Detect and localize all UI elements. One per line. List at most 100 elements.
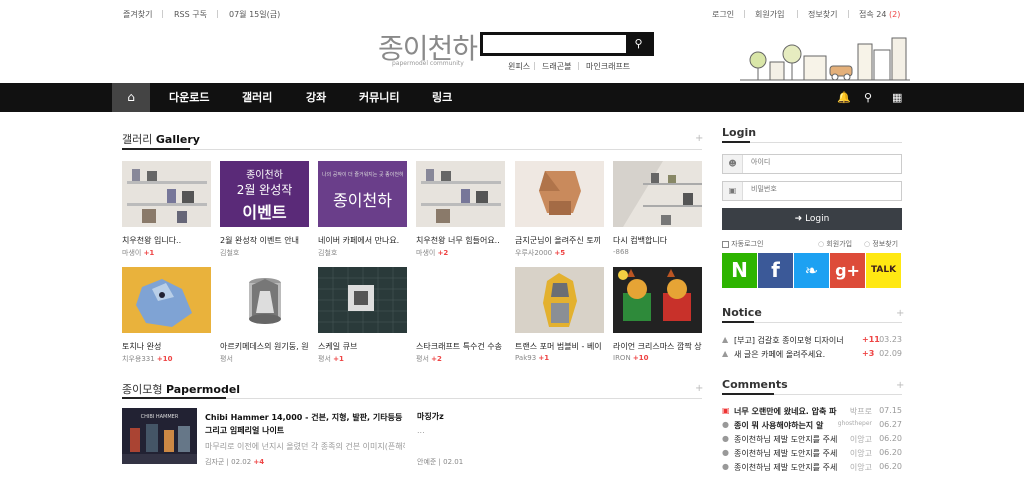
login-icon: ➜ [794, 214, 803, 224]
papermodel-thumb[interactable]: CHIBI HAMMER [122, 408, 197, 464]
username-field: ☻ [722, 154, 902, 174]
naver-login-button[interactable]: N [722, 253, 757, 288]
login-find-link[interactable]: ○ 정보찾기 [864, 239, 898, 249]
gallery-item-title[interactable]: 라이언 크리스마스 깜짝 상 [613, 341, 703, 352]
kakaotalk-login-button[interactable]: TALK [866, 253, 901, 288]
megaphone-icon: ▲ [722, 335, 729, 344]
papermodel-post-title[interactable]: Chibi Hammer 14,000 - 건븐, 지형, 발판, 기타등등 그… [205, 411, 405, 437]
gallery-item-title[interactable]: 아르키메데스의 원기둥, 원 [220, 341, 310, 352]
papermodel-post-title[interactable]: 마징가z [417, 411, 444, 422]
divider [744, 10, 745, 18]
more-icon[interactable]: + [695, 383, 703, 394]
notice-row[interactable]: ▲ [부고] 검갈호 종이모형 디자이너 +11 03.23 [722, 335, 902, 346]
gallery-item-title[interactable]: 다시 컴백합니다 [613, 235, 703, 246]
nav-links[interactable]: 링크 [432, 83, 452, 112]
autologin-option[interactable]: 자동로그인 [722, 239, 763, 249]
facebook-login-button[interactable]: f [758, 253, 793, 288]
gallery-section-title[interactable]: 갤러리 Gallery [122, 131, 200, 147]
nav-gallery[interactable]: 갤러리 [242, 83, 272, 112]
divider [797, 10, 798, 18]
gallery-item-title[interactable]: 트랜스 포머 범블비 - 베이 [515, 341, 605, 352]
papermodel-section-title[interactable]: 종이모형 Papermodel [122, 381, 240, 397]
twitter-login-button[interactable]: ❧ [794, 253, 829, 288]
gallery-thumb[interactable] [613, 161, 702, 227]
gallery-thumb[interactable] [318, 267, 407, 333]
login-signup-link[interactable]: ○ 회원가입 [818, 239, 852, 249]
gallery-item-title[interactable]: 토치나 완성 [122, 341, 212, 352]
rss-link[interactable]: RSS 구독 [174, 9, 207, 20]
gallery-thumb[interactable] [515, 161, 604, 227]
gallery-item-meta: 마생이 +1 [122, 249, 155, 257]
username-input[interactable] [751, 158, 891, 166]
gallery-item-title[interactable]: 스케일 큐브 [318, 341, 408, 352]
gallery-item-meta: 치우용331 +10 [122, 355, 173, 363]
gallery-thumb[interactable] [220, 267, 309, 333]
gallery-item-title[interactable]: 금지군님이 올려주신 토끼 [515, 235, 605, 246]
gallery-item-meta: Pak93 +1 [515, 354, 550, 362]
home-icon: ⌂ [127, 90, 135, 104]
quick-link-minecraft[interactable]: 마인크래프트 [586, 61, 630, 72]
login-title: Login [722, 126, 757, 139]
gallery-item-title[interactable]: 네이버 카페에서 만나요. [318, 235, 408, 246]
search-icon[interactable]: ⚲ [864, 83, 872, 112]
login-link[interactable]: 로그인 [712, 9, 734, 20]
login-button[interactable]: ➜ Login [722, 208, 902, 230]
gallery-item-meta: 김철호 [220, 249, 240, 257]
more-icon[interactable]: + [896, 380, 904, 391]
find-info-link[interactable]: 정보찾기 [808, 9, 837, 20]
gallery-thumb[interactable]: 종이천하 2월 완성작 이벤트 [220, 161, 309, 227]
papermodel-post-meta: 안예준 | 02.01 [417, 458, 464, 466]
gallery-item-meta: 우루사2000 +5 [515, 249, 566, 257]
more-icon[interactable]: + [896, 308, 904, 319]
gallery-item-title[interactable]: 2월 완성작 이벤트 안내 [220, 235, 310, 246]
thumb-text: 종이천하 [246, 170, 283, 181]
gallery-thumb[interactable] [613, 267, 702, 333]
search-box: ⚲ [480, 32, 654, 56]
gallery-item-title[interactable]: 치우천왕 너무 힘들어요.. [416, 235, 506, 246]
comment-icon: ● [722, 434, 729, 443]
date-text: 07월 15일(금) [229, 10, 281, 19]
comments-title[interactable]: Comments [722, 378, 788, 391]
gallery-thumb[interactable] [122, 161, 211, 227]
twitter-bird-icon: ❧ [804, 261, 819, 280]
papermodel-post-excerpt: ... [417, 426, 425, 435]
gallery-thumb[interactable] [416, 161, 505, 227]
divider [722, 141, 750, 143]
nav-community[interactable]: 커뮤니티 [359, 83, 399, 112]
comment-row[interactable]: ● 종이천하님 제발 도안지를 주세 이앙고 06.20 [722, 448, 902, 459]
thumb-text: 이벤트 [242, 203, 287, 222]
quick-link-onepiece[interactable]: 윈피스 [508, 61, 530, 72]
search-button[interactable]: ⚲ [626, 35, 651, 53]
quick-link-dragonball[interactable]: 드래곤볼 [542, 61, 571, 72]
gallery-thumb[interactable]: 나의 공작이 더 즐거워지는 곳 종이천하 종이천하 [318, 161, 407, 227]
papermodel-post-meta: 김자군 | 02.02 +4 [205, 458, 265, 466]
gallery-item-title[interactable]: 스타크래프트 특수건 수송 [416, 341, 506, 352]
thumb-text: 2월 완성작 [236, 183, 293, 197]
nav-download[interactable]: 다운로드 [169, 83, 209, 112]
user-icon: ☻ [723, 155, 743, 173]
site-logo-subtitle: papermodel community [392, 60, 464, 67]
more-icon[interactable]: + [695, 133, 703, 144]
comment-row[interactable]: ● 종이천하님 제발 도안지를 주세 이앙고 06.20 [722, 434, 902, 445]
comment-row[interactable]: ● 종이 뭐 사용해야하는지 알 ghostheper 06.27 [722, 420, 902, 431]
search-input[interactable] [487, 37, 625, 51]
megaphone-icon: ▲ [722, 349, 729, 358]
password-input[interactable] [751, 185, 891, 193]
nav-lectures[interactable]: 강좌 [306, 83, 326, 112]
notice-title[interactable]: Notice [722, 306, 762, 319]
comment-row[interactable]: ▣ 너무 오랜만에 왔네요. 압축 파 박프로 07.15 [722, 406, 902, 417]
papermodel-post-excerpt: 마무리로 이전에 넌지시 올렸던 각 종족의 건븐 이미지(픈해하 [205, 442, 405, 451]
home-button[interactable]: ⌂ [112, 83, 150, 112]
grid-menu-icon[interactable]: ▦ [892, 83, 902, 112]
gallery-thumb[interactable] [515, 267, 604, 333]
signup-link[interactable]: 회원가입 [755, 9, 784, 20]
autologin-checkbox[interactable] [722, 240, 729, 248]
circle-icon: ○ [864, 240, 871, 248]
gallery-thumb[interactable] [122, 267, 211, 333]
bell-icon[interactable]: 🔔 [837, 83, 851, 112]
googleplus-login-button[interactable]: g+ [830, 253, 865, 288]
comment-row[interactable]: ● 종이천하님 제발 도안지를 주세 이앙고 06.20 [722, 462, 902, 473]
gallery-item-title[interactable]: 치우천왕 입니다.. [122, 235, 212, 246]
notice-row[interactable]: ▲ 새 글은 카페에 올려주세요. +3 02.09 [722, 349, 902, 360]
bookmark-link[interactable]: 즐겨찾기 [123, 9, 152, 20]
